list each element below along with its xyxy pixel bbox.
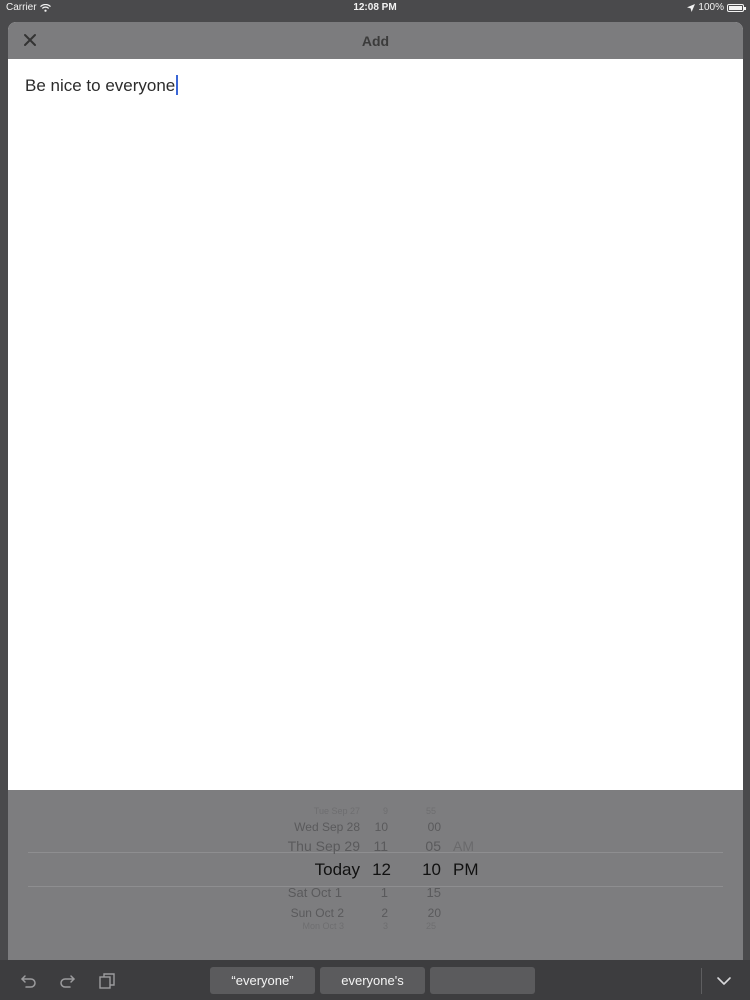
nav-bar: Add — [8, 22, 743, 59]
page-title: Add — [361, 33, 390, 49]
status-right: 100% — [687, 2, 746, 13]
status-time: 12:08 PM — [353, 2, 397, 13]
date-time-picker[interactable]: Tue Sep 27 Wed Sep 28 Thu Sep 29 Today S… — [8, 790, 743, 960]
keyboard-toolbar: “everyone” everyone's — [0, 960, 750, 1000]
picker-minute-item[interactable]: 20 — [406, 906, 441, 920]
redo-icon[interactable] — [58, 972, 76, 990]
picker-ampm-item[interactable]: AM — [453, 838, 474, 854]
picker-hour-item[interactable]: 9 — [368, 806, 388, 816]
picker-date-item[interactable]: Thu Sep 29 — [250, 838, 360, 854]
suggestion-button[interactable] — [430, 967, 535, 994]
picker-hour-item[interactable]: 10 — [363, 820, 388, 834]
picker-minute-selected[interactable]: 10 — [406, 860, 441, 880]
picker-minute-item[interactable]: 00 — [406, 820, 441, 834]
note-editor[interactable]: Be nice to everyone — [8, 59, 743, 790]
picker-hour-item[interactable]: 3 — [368, 921, 388, 931]
text-caret — [176, 75, 179, 95]
picker-minute-item[interactable]: 25 — [406, 921, 436, 931]
picker-hour-item[interactable]: 11 — [363, 838, 388, 854]
picker-date-selected[interactable]: Today — [250, 860, 360, 880]
toolbar-divider — [701, 968, 702, 994]
picker-ampm-selected[interactable]: PM — [453, 860, 479, 880]
battery-icon — [727, 3, 746, 12]
picker-date-item[interactable]: Sat Oct 1 — [250, 885, 342, 900]
picker-date-item[interactable]: Tue Sep 27 — [280, 806, 360, 816]
picker-minute-item[interactable]: 15 — [406, 885, 441, 900]
picker-hour-selected[interactable]: 12 — [363, 860, 391, 880]
suggestion-button[interactable]: “everyone” — [210, 967, 315, 994]
status-bar: Carrier 12:08 PM 100% — [0, 0, 750, 16]
note-text[interactable]: Be nice to everyone — [25, 76, 175, 95]
add-modal: Add Be nice to everyone — [8, 22, 743, 790]
picker-date-item[interactable]: Sun Oct 2 — [250, 906, 344, 920]
picker-date-item[interactable]: Mon Oct 3 — [270, 921, 344, 931]
paste-icon[interactable] — [98, 972, 116, 990]
suggestion-button[interactable]: everyone's — [320, 967, 425, 994]
battery-percent: 100% — [698, 2, 724, 13]
picker-minute-item[interactable]: 55 — [406, 806, 436, 816]
dismiss-keyboard-icon[interactable] — [715, 972, 733, 990]
note-text-wrapper[interactable]: Be nice to everyone — [25, 75, 179, 96]
picker-date-item[interactable]: Wed Sep 28 — [250, 820, 360, 834]
picker-hour-item[interactable]: 2 — [363, 906, 388, 920]
picker-minute-item[interactable]: 05 — [406, 838, 441, 854]
location-icon — [687, 3, 696, 12]
picker-hour-item[interactable]: 1 — [363, 885, 388, 900]
undo-icon[interactable] — [20, 972, 38, 990]
